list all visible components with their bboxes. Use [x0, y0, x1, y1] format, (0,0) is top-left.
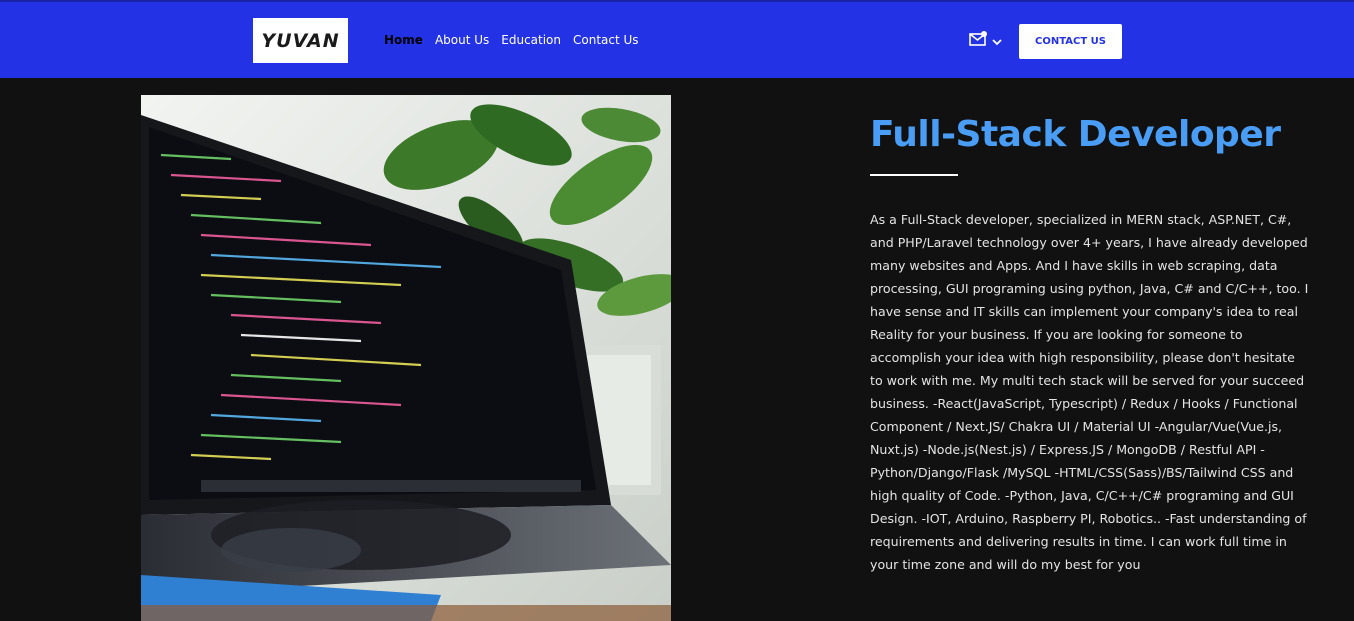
hero-title: Full-Stack Developer — [870, 114, 1281, 155]
nav-education[interactable]: Education — [501, 33, 561, 47]
title-divider — [870, 174, 958, 176]
chevron-down-icon — [992, 33, 1002, 51]
nav-about-us[interactable]: About Us — [435, 33, 489, 47]
laptop-code-photo — [141, 95, 671, 621]
mail-dropdown[interactable] — [968, 30, 1002, 53]
logo-text: YUVAN — [261, 29, 340, 52]
contact-us-button[interactable]: CONTACT US — [1019, 24, 1122, 59]
hero-description: As a Full-Stack developer, specialized i… — [870, 212, 1309, 572]
nav-contact-us[interactable]: Contact Us — [573, 33, 639, 47]
mail-icon — [968, 30, 988, 53]
nav-home[interactable]: Home — [384, 33, 423, 47]
main-nav: Home About Us Education Contact Us — [384, 33, 651, 47]
navbar: YUVAN Home About Us Education Contact Us… — [0, 0, 1354, 78]
logo[interactable]: YUVAN — [253, 18, 348, 63]
